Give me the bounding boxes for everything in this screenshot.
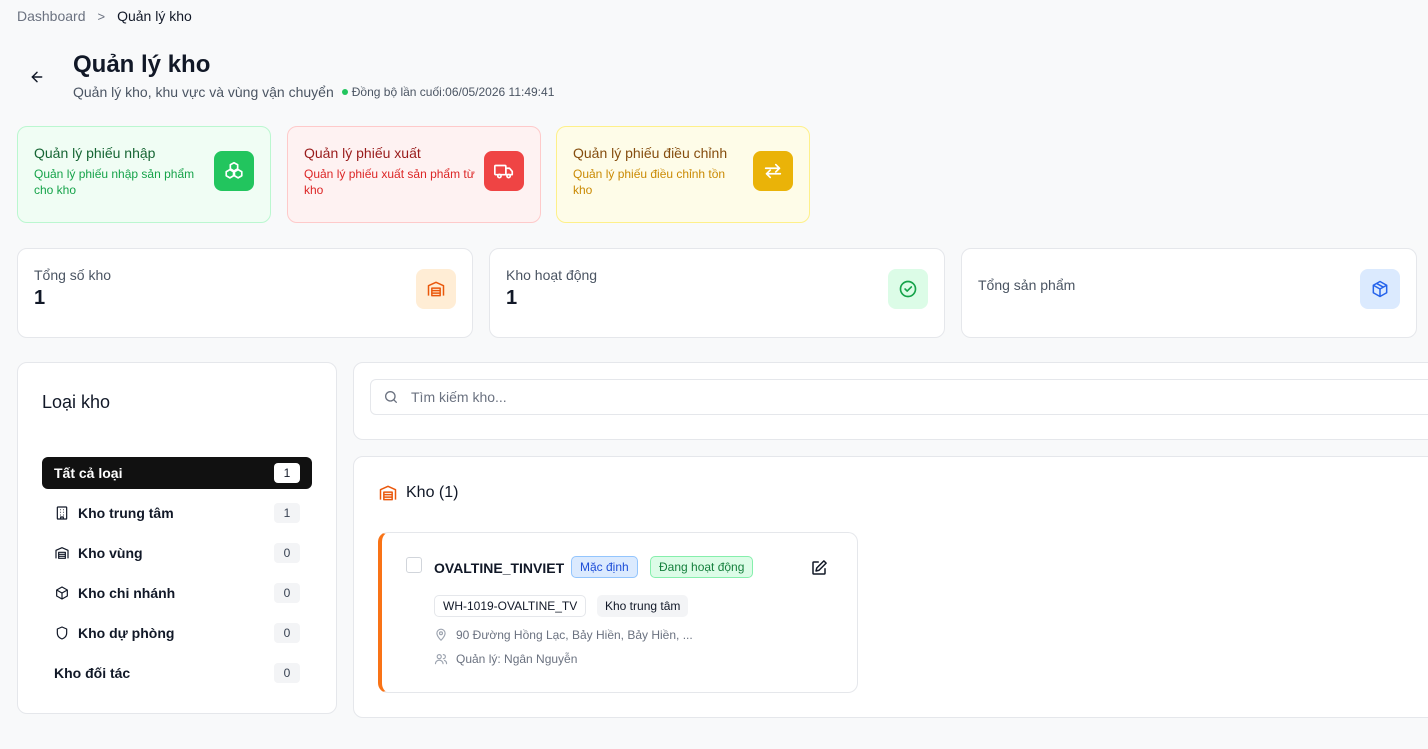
warehouse-card[interactable]: OVALTINE_TINVIET Mặc định Đang hoạt động… xyxy=(378,532,858,693)
type-item-count: 0 xyxy=(274,583,300,603)
page-subtitle-row: Quản lý kho, khu vực và vùng vận chuyển … xyxy=(73,84,554,100)
page-title: Quản lý kho xyxy=(73,51,211,78)
default-badge: Mặc định xyxy=(571,556,638,578)
search-panel xyxy=(353,362,1428,440)
type-item-count: 0 xyxy=(274,663,300,683)
breadcrumb-separator: > xyxy=(97,8,106,24)
export-receipts-desc: Quản lý phiếu xuất sản phẩm từ kho xyxy=(304,167,475,197)
breadcrumb-dashboard-link[interactable]: Dashboard xyxy=(17,8,86,24)
type-item-branch[interactable]: Kho chi nhánh 0 xyxy=(42,577,312,609)
sidebar-title: Loại kho xyxy=(42,392,111,412)
type-item-label: Kho chi nhánh xyxy=(78,585,176,601)
type-item-count: 1 xyxy=(274,503,300,523)
sync-status-label: Đồng bộ lần cuối:06/05/2026 11:49:41 xyxy=(351,85,555,99)
status-badge: Đang hoạt động xyxy=(650,556,754,578)
type-item-central[interactable]: Kho trung tâm 1 xyxy=(42,497,312,529)
stat-active-warehouses: Kho hoạt động 1 xyxy=(489,248,945,338)
search-icon xyxy=(385,391,397,403)
stat-total-warehouses: Tổng số kho 1 xyxy=(17,248,473,338)
stat-total-warehouses-label: Tổng số kho xyxy=(34,267,112,283)
type-item-label: Tất cả loại xyxy=(54,465,123,481)
import-receipts-card[interactable]: Quản lý phiếu nhập Quản lý phiếu nhập sả… xyxy=(17,126,271,223)
type-item-label: Kho dự phòng xyxy=(78,625,175,641)
type-item-label: Kho vùng xyxy=(78,545,143,561)
edit-icon xyxy=(812,560,827,575)
warehouse-code-tag: WH-1019-OVALTINE_TV xyxy=(434,595,587,617)
page-subtitle: Quản lý kho, khu vực và vùng vận chuyển xyxy=(73,84,334,100)
type-item-backup[interactable]: Kho dự phòng 0 xyxy=(42,617,312,649)
type-item-regional[interactable]: Kho vùng 0 xyxy=(42,537,312,569)
stat-total-warehouses-value: 1 xyxy=(34,287,46,309)
type-item-label: Kho đối tác xyxy=(54,665,131,681)
warehouse-type-tag: Kho trung tâm xyxy=(597,595,689,617)
arrow-left-icon xyxy=(31,71,43,83)
package-icon xyxy=(54,585,70,601)
type-item-count: 0 xyxy=(274,623,300,643)
sync-status-dot-icon xyxy=(341,89,348,95)
type-item-partner[interactable]: Kho đối tác 0 xyxy=(42,657,312,689)
warehouse-manager: Quản lý: Ngân Nguyễn xyxy=(434,652,577,666)
warehouse-address-text: 90 Đường Hồng Lạc, Bảy Hiền, Bảy Hiền, .… xyxy=(456,628,693,642)
warehouse-icon xyxy=(379,485,397,501)
warehouse-manager-text: Quản lý: Ngân Nguyễn xyxy=(456,652,578,666)
shield-icon xyxy=(54,625,70,641)
warehouse-select-checkbox[interactable] xyxy=(406,557,422,573)
warehouse-list-panel: Kho (1) OVALTINE_TINVIET Mặc định Đang h… xyxy=(353,456,1428,718)
package-icon xyxy=(1360,269,1400,309)
import-receipts-desc: Quản lý phiếu nhập sản phẩm cho kho xyxy=(34,167,195,197)
search-box[interactable] xyxy=(370,379,1428,415)
warehouse-list-header: Kho (1) xyxy=(378,483,458,503)
map-pin-icon xyxy=(436,628,446,641)
sync-status: Đồng bộ lần cuối:06/05/2026 11:49:41 xyxy=(341,85,555,99)
building-icon xyxy=(54,505,70,521)
adjustment-receipts-card[interactable]: Quản lý phiếu điều chỉnh Quản lý phiếu đ… xyxy=(556,126,810,223)
warehouse-address: 90 Đường Hồng Lạc, Bảy Hiền, Bảy Hiền, .… xyxy=(434,628,693,642)
stat-active-warehouses-label: Kho hoạt động xyxy=(506,267,598,283)
warehouse-type-sidebar: Loại kho Tất cả loại 1 Kho trung tâm 1 K… xyxy=(17,362,337,714)
truck-icon xyxy=(484,151,524,191)
adjustment-receipts-desc: Quản lý phiếu điều chỉnh tồn kho xyxy=(573,167,726,197)
warehouse-type-list: Tất cả loại 1 Kho trung tâm 1 Kho vùng 0… xyxy=(42,457,312,697)
back-button[interactable] xyxy=(26,66,48,88)
type-item-all[interactable]: Tất cả loại 1 xyxy=(42,457,312,489)
stat-total-products-label: Tổng sản phẩm xyxy=(978,277,1076,293)
stat-total-products: Tổng sản phẩm xyxy=(961,248,1417,338)
users-icon xyxy=(434,654,448,665)
stat-active-warehouses-value: 1 xyxy=(506,287,518,309)
swap-arrows-icon xyxy=(753,151,793,191)
warehouse-icon xyxy=(416,269,456,309)
type-item-count: 0 xyxy=(274,543,300,563)
check-circle-icon xyxy=(888,269,928,309)
breadcrumb-current: Quản lý kho xyxy=(117,8,192,24)
breadcrumb: Dashboard > Quản lý kho xyxy=(17,8,192,24)
warehouse-name: OVALTINE_TINVIET xyxy=(434,560,565,576)
search-input[interactable] xyxy=(411,389,1311,405)
type-item-count: 1 xyxy=(274,463,300,483)
type-item-label: Kho trung tâm xyxy=(78,505,174,521)
export-receipts-card[interactable]: Quản lý phiếu xuất Quản lý phiếu xuất sả… xyxy=(287,126,541,223)
boxes-icon xyxy=(214,151,254,191)
warehouse-icon xyxy=(54,545,70,561)
warehouse-list-title: Kho (1) xyxy=(406,484,459,501)
edit-warehouse-button[interactable] xyxy=(810,559,828,577)
